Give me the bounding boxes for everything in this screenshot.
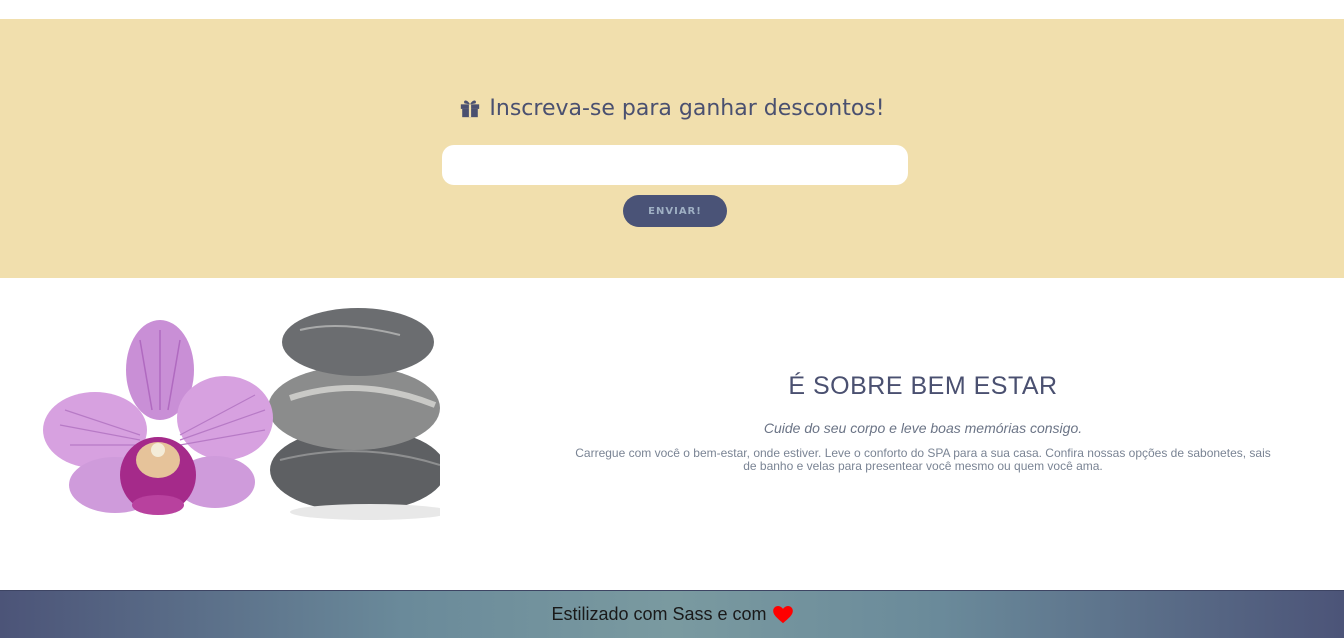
about-title: É SOBRE BEM ESTAR xyxy=(788,372,1058,400)
send-button[interactable]: ENVIAR! xyxy=(623,195,727,227)
about-subtitle: Cuide do seu corpo e leve boas memórias … xyxy=(763,420,1083,436)
gift-icon xyxy=(461,100,480,118)
footer: Estilizado com Sass e com xyxy=(0,590,1344,638)
footer-text: Estilizado com Sass e com xyxy=(551,604,767,624)
newsletter-heading: Inscreva-se para ganhar descontos! xyxy=(0,92,1344,124)
newsletter-title: Inscreva-se para ganhar descontos! xyxy=(489,95,885,121)
orchid-and-stones-image xyxy=(43,308,440,520)
heart-icon xyxy=(772,605,793,623)
about-text: Carregue com você o bem-estar, onde esti… xyxy=(575,446,1271,473)
email-input[interactable] xyxy=(442,145,908,185)
